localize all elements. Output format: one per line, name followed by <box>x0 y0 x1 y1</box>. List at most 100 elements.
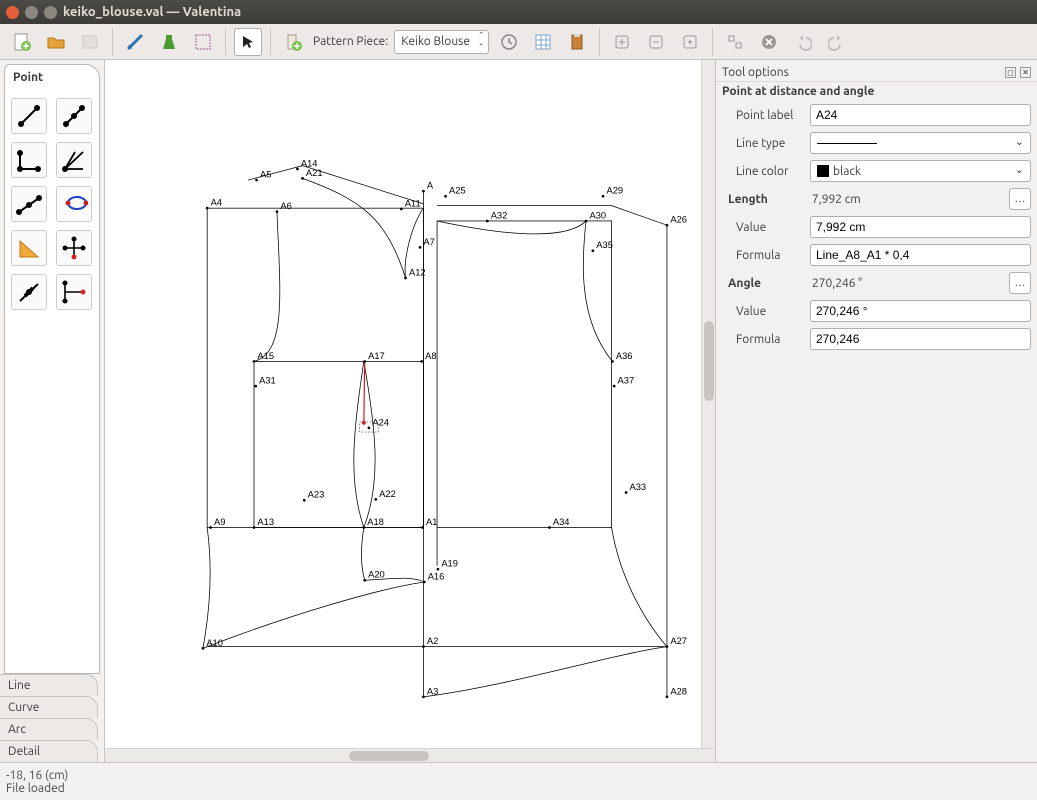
pattern-svg: AA1A2A3A4A5A6A7A8A9A10A12A13A14A15A16A17… <box>105 60 701 748</box>
angle-edit-button[interactable]: … <box>1009 272 1031 294</box>
status-coords: -18, 16 (cm) <box>6 769 1031 782</box>
status-bar: -18, 16 (cm) File loaded <box>0 762 1037 800</box>
point-tools <box>4 90 100 674</box>
svg-text:A14: A14 <box>301 158 318 168</box>
svg-text:A36: A36 <box>616 351 633 361</box>
table-button[interactable] <box>529 28 557 56</box>
length-value-input[interactable] <box>810 216 1031 238</box>
line-type-label: Line type <box>722 137 802 150</box>
pattern-properties-button[interactable] <box>189 28 217 56</box>
minimize-icon[interactable] <box>25 6 38 19</box>
tool-endpoint[interactable] <box>11 98 47 134</box>
svg-text:A6: A6 <box>280 201 291 211</box>
line-color-select[interactable]: black <box>810 160 1031 182</box>
tab-curve[interactable]: Curve <box>0 696 98 718</box>
main-toolbar: Pattern Piece: Keiko Blouse <box>0 24 1037 60</box>
canvas-area: AA1A2A3A4A5A6A7A8A9A10A12A13A14A15A16A17… <box>105 60 715 762</box>
svg-text:A30: A30 <box>589 210 606 220</box>
svg-text:A22: A22 <box>379 489 396 499</box>
tool-cut-arc[interactable] <box>11 274 47 310</box>
svg-text:A37: A37 <box>618 376 635 386</box>
add-pattern-piece-button[interactable] <box>279 28 307 56</box>
svg-text:A8: A8 <box>425 351 436 361</box>
svg-text:A28: A28 <box>670 686 687 696</box>
line-color-label: Line color <box>722 165 802 178</box>
measurements-button[interactable] <box>121 28 149 56</box>
left-tool-panel: Point Line Curve Arc Detail <box>0 60 105 762</box>
horizontal-scrollbar[interactable] <box>105 748 715 762</box>
angle-label: Angle <box>722 277 802 290</box>
svg-text:A23: A23 <box>308 490 325 500</box>
svg-text:A34: A34 <box>553 517 570 527</box>
stop-button[interactable] <box>755 28 783 56</box>
body-button[interactable] <box>155 28 183 56</box>
svg-text:A35: A35 <box>596 240 613 250</box>
svg-text:A2: A2 <box>427 636 438 646</box>
tool-line-intersect[interactable] <box>56 274 92 310</box>
line-type-select[interactable] <box>810 132 1031 154</box>
clipboard-button[interactable] <box>563 28 591 56</box>
close-icon[interactable] <box>6 6 19 19</box>
angle-value-label: Value <box>722 305 802 318</box>
svg-text:A12: A12 <box>409 267 426 277</box>
detach-icon[interactable]: ◻ <box>1005 67 1016 78</box>
tool-shoulder[interactable] <box>11 186 47 222</box>
svg-text:A13: A13 <box>257 517 274 527</box>
svg-text:A15: A15 <box>257 351 274 361</box>
tab-arc[interactable]: Arc <box>0 718 98 740</box>
length-edit-button[interactable]: … <box>1009 188 1031 210</box>
tool-bisector[interactable] <box>56 142 92 178</box>
tool-along-line[interactable] <box>56 98 92 134</box>
drawing-canvas[interactable]: AA1A2A3A4A5A6A7A8A9A10A12A13A14A15A16A17… <box>105 60 701 748</box>
title-bar: keiko_blouse.val — Valentina <box>0 0 1037 24</box>
tool-point-of-contact[interactable] <box>56 186 92 222</box>
zoom-out-button[interactable] <box>642 28 670 56</box>
svg-text:A19: A19 <box>441 559 458 569</box>
svg-text:A24: A24 <box>372 417 389 427</box>
point-label-label: Point label <box>722 109 802 122</box>
tab-detail[interactable]: Detail <box>0 740 98 762</box>
pattern-piece-select[interactable]: Keiko Blouse <box>394 30 489 54</box>
svg-text:A10: A10 <box>206 638 223 648</box>
angle-value-input[interactable] <box>810 300 1031 322</box>
close-panel-icon[interactable]: ✕ <box>1020 67 1031 78</box>
tab-line[interactable]: Line <box>0 674 98 696</box>
svg-text:A1: A1 <box>426 517 437 527</box>
vertical-scrollbar[interactable] <box>701 60 715 748</box>
zoom-original-button[interactable] <box>721 28 749 56</box>
panel-title: Tool options <box>722 66 789 79</box>
save-file-button[interactable] <box>76 28 104 56</box>
angle-formula-label: Formula <box>722 333 802 346</box>
length-readout: 7,992 cm <box>810 193 1001 206</box>
new-file-button[interactable] <box>8 28 36 56</box>
point-label-input[interactable] <box>810 104 1031 126</box>
svg-text:A20: A20 <box>368 570 385 580</box>
undo-button[interactable] <box>789 28 817 56</box>
tool-triangle[interactable] <box>11 230 47 266</box>
tool-point-intersection[interactable] <box>56 230 92 266</box>
status-message: File loaded <box>6 782 1031 795</box>
svg-text:A32: A32 <box>491 210 508 220</box>
open-file-button[interactable] <box>42 28 70 56</box>
maximize-icon[interactable] <box>44 6 57 19</box>
svg-text:A29: A29 <box>606 186 623 196</box>
svg-text:A16: A16 <box>428 571 445 581</box>
history-button[interactable] <box>495 28 523 56</box>
angle-formula-input[interactable] <box>810 328 1031 350</box>
svg-text:A26: A26 <box>670 215 687 225</box>
length-label: Length <box>722 193 802 206</box>
svg-text:A7: A7 <box>423 237 434 247</box>
pointer-tool-button[interactable] <box>234 28 262 56</box>
svg-text:A25: A25 <box>449 186 466 196</box>
window-title: keiko_blouse.val — Valentina <box>63 5 241 19</box>
svg-text:A9: A9 <box>214 517 225 527</box>
svg-text:A17: A17 <box>368 351 385 361</box>
tab-point[interactable]: Point <box>4 64 100 90</box>
tool-normal[interactable] <box>11 142 47 178</box>
zoom-fit-button[interactable] <box>676 28 704 56</box>
zoom-in-button[interactable] <box>608 28 636 56</box>
svg-text:A33: A33 <box>629 482 646 492</box>
redo-button[interactable] <box>823 28 851 56</box>
length-formula-input[interactable] <box>810 244 1031 266</box>
svg-text:A21: A21 <box>306 168 323 178</box>
